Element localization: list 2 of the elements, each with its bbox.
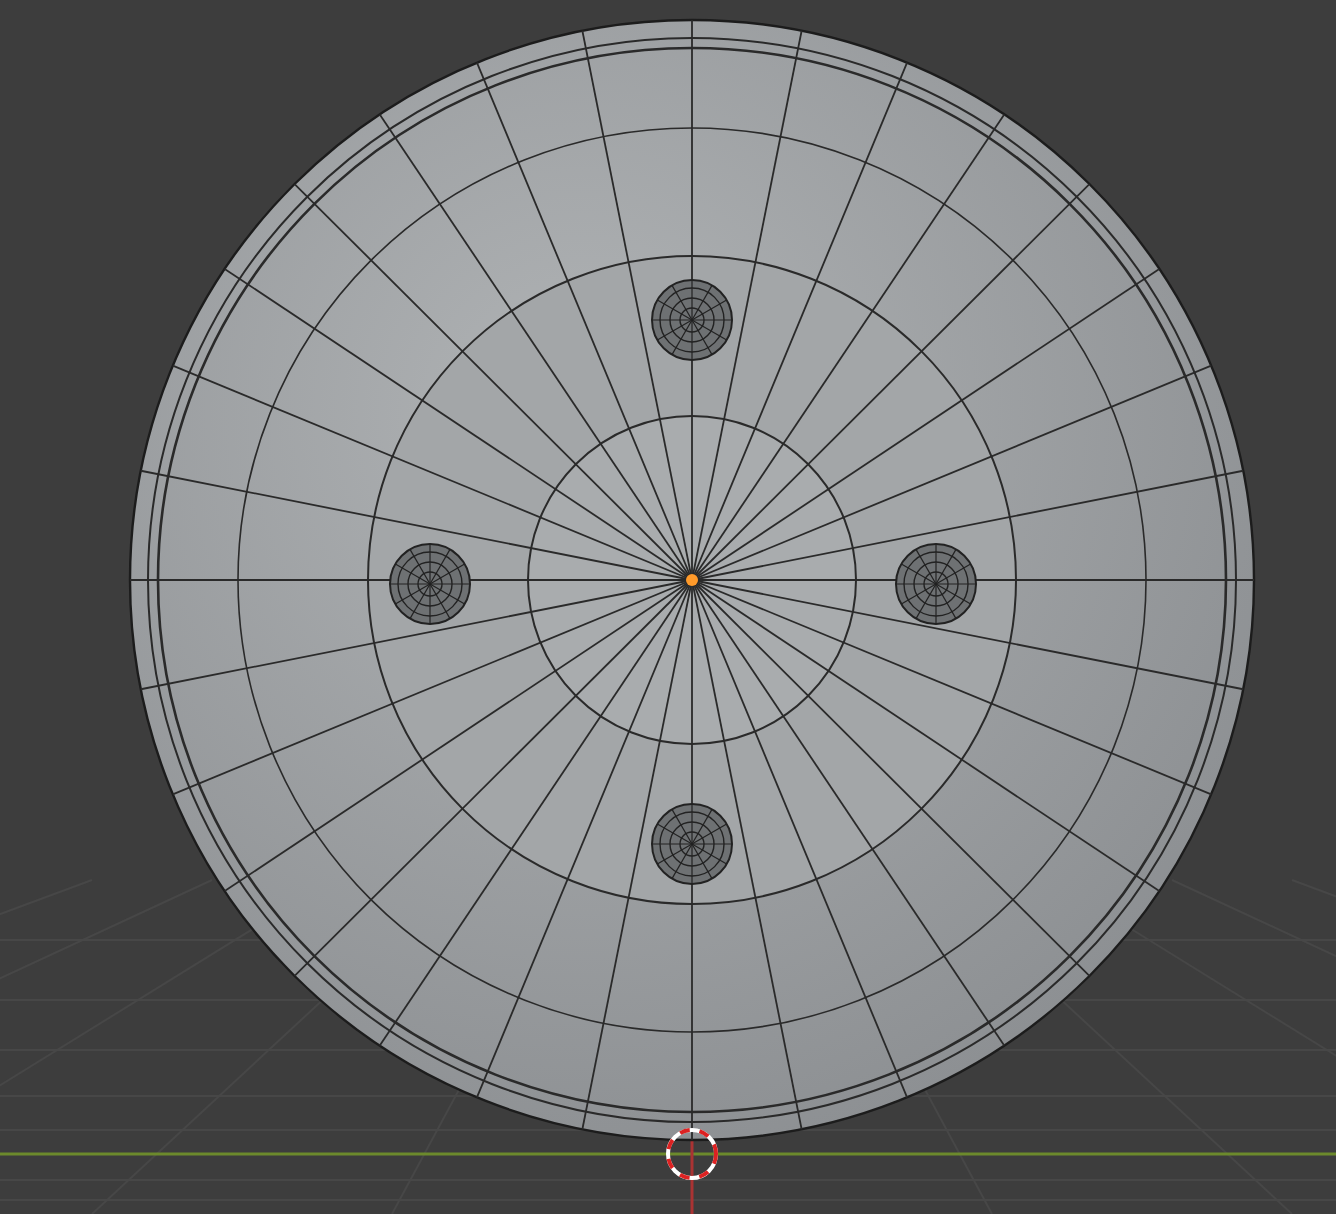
3d-cursor-icon[interactable] [666, 1128, 718, 1180]
disc-mesh-drawing[interactable] [128, 18, 1256, 1142]
